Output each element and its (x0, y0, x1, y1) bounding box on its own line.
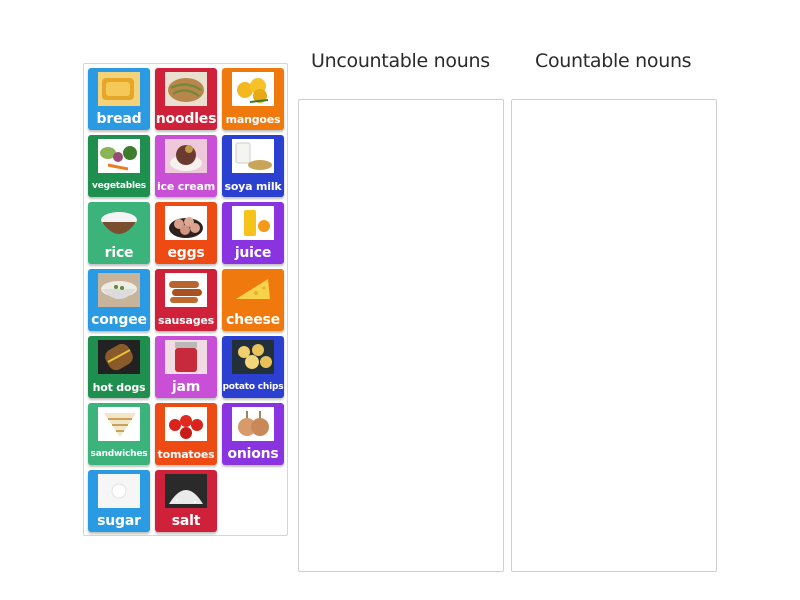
tile-label: hot dogs (92, 381, 146, 394)
hot-dogs-image (98, 340, 140, 374)
draggable-tile-sandwiches[interactable]: sandwiches (88, 403, 150, 465)
drop-zone-countable[interactable] (511, 99, 717, 572)
draggable-tile-cheese[interactable]: cheese (222, 269, 284, 331)
draggable-tile-jam[interactable]: jam (155, 336, 217, 398)
sausages-image (165, 273, 207, 307)
tile-label: eggs (167, 245, 205, 261)
draggable-tile-ice-cream[interactable]: ice cream (155, 135, 217, 197)
tile-label: sugar (97, 513, 141, 529)
column-heading-uncountable: Uncountable nouns (311, 50, 490, 72)
noodles-image (165, 72, 207, 106)
vegetables-image (98, 139, 140, 173)
soya-milk-image (232, 139, 274, 173)
draggable-tile-juice[interactable]: juice (222, 202, 284, 264)
rice-image (98, 206, 140, 240)
tile-label: sausages (157, 314, 215, 327)
draggable-tile-congee[interactable]: congee (88, 269, 150, 331)
congee-image (98, 273, 140, 307)
sandwiches-image (98, 407, 140, 441)
tile-label: vegetables (92, 181, 146, 191)
draggable-tile-mangoes[interactable]: mangoes (222, 68, 284, 130)
drop-zone-uncountable[interactable] (298, 99, 504, 572)
draggable-tile-bread[interactable]: bread (88, 68, 150, 130)
tile-label: ice cream (156, 180, 216, 193)
tile-label: jam (171, 379, 201, 395)
draggable-tile-sausages[interactable]: sausages (155, 269, 217, 331)
draggable-tile-rice[interactable]: rice (88, 202, 150, 264)
bread-image (98, 72, 140, 106)
draggable-tile-noodles[interactable]: noodles (155, 68, 217, 130)
draggable-tile-salt[interactable]: salt (155, 470, 217, 532)
draggable-tile-soya-milk[interactable]: soya milk (222, 135, 284, 197)
tile-label: bread (96, 111, 142, 127)
tile-label: cheese (226, 312, 280, 328)
draggable-tile-onions[interactable]: onions (222, 403, 284, 465)
tile-label: juice (234, 245, 272, 261)
tile-label: congee (91, 312, 147, 328)
tile-label: soya milk (224, 180, 282, 193)
column-heading-countable: Countable nouns (535, 50, 692, 72)
tomatoes-image (165, 407, 207, 441)
salt-image (165, 474, 207, 508)
potato-chips-image (232, 340, 274, 374)
tile-label: rice (104, 245, 134, 261)
sugar-image (98, 474, 140, 508)
draggable-tile-vegetables[interactable]: vegetables (88, 135, 150, 197)
eggs-image (165, 206, 207, 240)
jam-image (165, 340, 207, 374)
tile-label: onions (227, 446, 279, 462)
draggable-tile-eggs[interactable]: eggs (155, 202, 217, 264)
draggable-tile-tomatoes[interactable]: tomatoes (155, 403, 217, 465)
tile-label: potato chips (222, 382, 284, 392)
tile-label: mangoes (225, 113, 281, 126)
tile-label: noodles (155, 111, 217, 127)
tile-label: salt (171, 513, 201, 529)
onions-image (232, 407, 274, 441)
mangoes-image (232, 72, 274, 106)
cheese-image (232, 273, 274, 307)
ice-cream-image (165, 139, 207, 173)
draggable-tile-hot-dogs[interactable]: hot dogs (88, 336, 150, 398)
tile-label: tomatoes (157, 448, 215, 461)
draggable-tile-potato-chips[interactable]: potato chips (222, 336, 284, 398)
draggable-tile-sugar[interactable]: sugar (88, 470, 150, 532)
juice-image (232, 206, 274, 240)
tile-label: sandwiches (90, 449, 148, 459)
